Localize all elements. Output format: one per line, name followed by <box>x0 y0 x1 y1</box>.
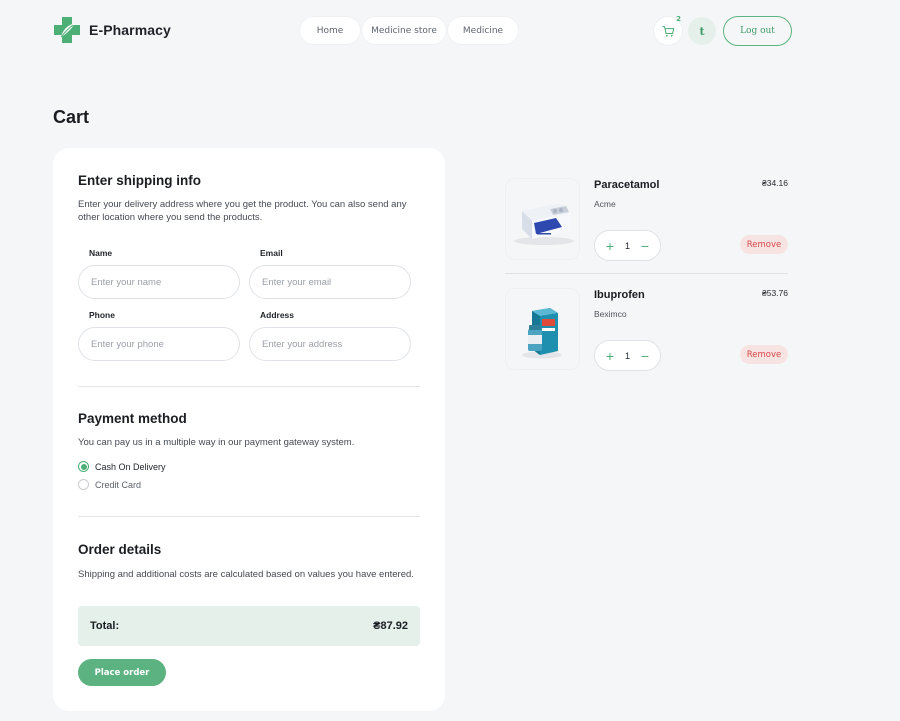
item-price: ₴53.76 <box>762 288 788 298</box>
cart-count-badge: 2 <box>676 15 681 23</box>
payment-option-label: Cash On Delivery <box>95 461 166 472</box>
email-label: Email <box>260 248 283 258</box>
decrease-quantity-icon[interactable]: − <box>639 349 651 363</box>
cart-button[interactable]: 2 <box>654 15 682 45</box>
address-label: Address <box>260 310 295 320</box>
page-title: Cart <box>53 107 90 127</box>
nav-item-medicine[interactable]: Medicine <box>448 17 518 44</box>
item-manufacturer: Acme <box>594 199 616 209</box>
radio-button-checked[interactable] <box>78 461 89 472</box>
remove-button[interactable]: Remove <box>740 235 788 254</box>
payment-title: Payment method <box>78 411 187 426</box>
quantity-value: 1 <box>624 240 630 251</box>
nav-item-medicine-store[interactable]: Medicine store <box>362 17 446 44</box>
cart-item: Ibuprofen Beximco ₴53.76 + 1 − Remove <box>505 288 788 372</box>
item-name: Ibuprofen <box>594 289 645 301</box>
shipping-title: Enter shipping info <box>78 173 201 188</box>
paracetamol-package-image <box>505 178 580 260</box>
order-details-description: Shipping and additional costs are calcul… <box>78 569 414 580</box>
order-details-title: Order details <box>78 542 162 557</box>
pharmacy-cross-icon <box>54 17 80 43</box>
top-bar: E-Pharmacy Home Medicine store Medicine … <box>0 0 900 62</box>
phone-field[interactable] <box>78 327 240 361</box>
cart-item: Paracetamol Acme ₴34.16 + 1 − Remove <box>505 178 788 262</box>
address-field[interactable] <box>249 327 411 361</box>
ibuprofen-bottle-image <box>505 288 580 370</box>
section-divider <box>78 386 420 387</box>
cart-icon <box>661 25 674 37</box>
logout-button[interactable]: Log out <box>723 16 792 46</box>
cart-item-divider <box>505 273 788 274</box>
item-name: Paracetamol <box>594 179 660 191</box>
name-field[interactable] <box>78 265 240 299</box>
brand-name: E-Pharmacy <box>89 22 171 38</box>
user-avatar[interactable]: t <box>688 17 716 45</box>
quantity-stepper: + 1 − <box>594 230 661 261</box>
increase-quantity-icon[interactable]: + <box>604 239 616 253</box>
increase-quantity-icon[interactable]: + <box>604 349 616 363</box>
order-total: Total: ₴87.92 <box>78 606 420 646</box>
item-manufacturer: Beximco <box>594 309 627 319</box>
payment-option-cash[interactable]: Cash On Delivery <box>78 461 166 472</box>
name-label: Name <box>89 248 113 258</box>
brand-logo[interactable]: E-Pharmacy <box>53 16 171 44</box>
payment-description: You can pay us in a multiple way in our … <box>78 437 355 448</box>
total-label: Total: <box>90 620 120 632</box>
quantity-stepper: + 1 − <box>594 340 661 371</box>
item-price: ₴34.16 <box>762 178 788 188</box>
radio-button[interactable] <box>78 479 89 490</box>
checkout-form-card: Enter shipping info Enter your delivery … <box>53 148 445 711</box>
quantity-value: 1 <box>624 350 630 361</box>
email-field[interactable] <box>249 265 411 299</box>
remove-button[interactable]: Remove <box>740 345 788 364</box>
nav-item-home[interactable]: Home <box>300 17 360 44</box>
shipping-description: Enter your delivery address where you ge… <box>78 199 407 223</box>
payment-option-credit-card[interactable]: Credit Card <box>78 479 141 490</box>
main-nav: Home Medicine store Medicine <box>300 17 518 44</box>
section-divider <box>78 516 420 517</box>
phone-label: Phone <box>89 310 115 320</box>
total-amount: ₴87.92 <box>373 620 408 632</box>
decrease-quantity-icon[interactable]: − <box>639 239 651 253</box>
place-order-button[interactable]: Place order <box>78 659 166 686</box>
payment-option-label: Credit Card <box>95 479 142 490</box>
